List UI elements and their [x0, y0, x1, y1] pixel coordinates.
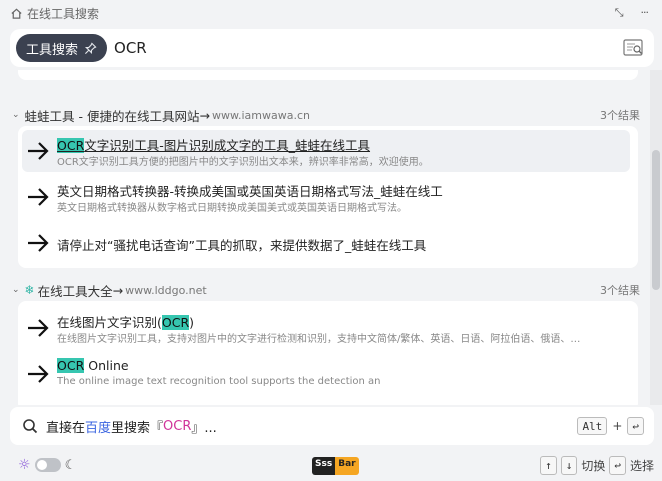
result-title[interactable]: 在线图片文字识别(OCR) — [57, 312, 194, 331]
footer: ☼ ☾ Sss Bar ↑ ↓ 切换 ↩ 选择 — [0, 451, 662, 481]
list-item[interactable]: OCR文字识别工具-图片识别成文字的工具_蛙蛙在线工具 OCR文字识别工具方便的… — [22, 130, 630, 172]
result-title[interactable]: 英文日期格式转换器-转换成美国或英国英语日期格式写法_蛙蛙在线工 — [57, 181, 443, 200]
list-item[interactable]: 请停止对“骚扰电话查询”工具的抓取，来提供数据了_蛙蛙在线工具 — [22, 222, 630, 264]
arrow-up-key-icon: ↑ — [540, 456, 557, 475]
result-group-header[interactable]: ⌄ ❄ 在线工具大全 → www.lddgo.net 3个结果 — [12, 280, 640, 300]
arrow-down-key-icon: ↓ — [560, 456, 578, 475]
chevron-down-icon[interactable]: ⌄ — [12, 285, 20, 295]
arrow-right-icon — [28, 234, 49, 252]
web-search-suffix: 』... — [191, 420, 217, 436]
group-count: 3个结果 — [600, 284, 640, 297]
enter-key-icon: ↩ — [627, 417, 644, 435]
scrollbar-thumb[interactable] — [652, 150, 660, 290]
group-name: 蛙蛙工具 - 便捷的在线工具网站 — [24, 108, 200, 124]
result-card: 在线图片文字识别(OCR) 在线图片文字识别工具，支持对图片中的文字进行检测和识… — [18, 301, 638, 405]
home-icon[interactable] — [10, 7, 23, 20]
result-group-header[interactable]: ⌄ 蛙蛙工具 - 便捷的在线工具网站 → www.iamwawa.cn 3个结果 — [12, 105, 640, 125]
result-desc: 英文日期格式转换器从数字格式日期转换成美国美式或英国英语日期格式写法。 — [57, 203, 407, 214]
collapse-icon[interactable]: ⤡ — [615, 6, 624, 20]
web-search-keyword: OCR — [163, 418, 192, 434]
switch-label: 切换 — [581, 459, 606, 473]
alt-key: Alt — [577, 417, 608, 435]
search-input[interactable]: OCR — [114, 39, 147, 57]
result-card: OCR文字识别工具-图片识别成文字的工具_蛙蛙在线工具 OCR文字识别工具方便的… — [18, 126, 638, 268]
arrow-right-icon — [28, 365, 49, 383]
web-search-middle: 里搜索『 — [111, 420, 164, 436]
pin-icon[interactable] — [84, 41, 97, 55]
group-count: 3个结果 — [600, 109, 640, 122]
arrow-right-icon — [28, 319, 49, 337]
moon-icon[interactable]: ☾ — [65, 458, 77, 473]
more-menu-icon[interactable]: ··· — [641, 6, 649, 20]
plus-sign: + — [612, 419, 623, 433]
theme-toggle[interactable] — [34, 458, 61, 472]
search-engine-link[interactable]: 百度 — [85, 417, 111, 436]
result-title[interactable]: OCR文字识别工具-图片识别成文字的工具_蛙蛙在线工具 — [57, 135, 370, 154]
site-favicon-icon: ❄ — [24, 283, 35, 297]
web-search-suggestion[interactable]: 直接在 百度 里搜索『 OCR 』... Alt + ↩ — [10, 407, 654, 445]
list-item[interactable]: 英文日期格式转换器-转换成美国或英国英语日期格式写法_蛙蛙在线工 英文日期格式转… — [22, 176, 630, 218]
app-logo: Sss Bar — [312, 457, 359, 475]
group-name: 在线工具大全 — [37, 283, 113, 299]
toggle-knob — [36, 460, 47, 470]
enter-key-icon: ↩ — [609, 456, 626, 475]
screenshot-ocr-icon[interactable] — [622, 37, 644, 59]
result-title[interactable]: OCR Online — [57, 358, 129, 373]
list-item[interactable]: OCR Online The online image text recogni… — [22, 353, 630, 395]
list-item[interactable]: 在线图片文字识别(OCR) 在线图片文字识别工具，支持对图片中的文字进行检测和识… — [22, 307, 630, 349]
chevron-down-icon[interactable]: ⌄ — [12, 110, 20, 120]
search-icon — [23, 419, 38, 434]
sun-icon[interactable]: ☼ — [18, 457, 31, 473]
arrow-right-icon — [28, 188, 49, 206]
web-search-prefix: 直接在 — [46, 420, 86, 436]
group-site[interactable]: www.iamwawa.cn — [212, 109, 310, 122]
result-title[interactable]: 请停止对“骚扰电话查询”工具的抓取，来提供数据了_蛙蛙在线工具 — [57, 235, 426, 254]
arrow-right-icon — [28, 142, 49, 160]
window-title: 在线工具搜索 — [27, 6, 100, 21]
results-list[interactable]: ⌄ 蛙蛙工具 - 便捷的在线工具网站 → www.iamwawa.cn 3个结果… — [0, 70, 648, 405]
keyboard-hints: ↑ ↓ 切换 ↩ 选择 — [540, 456, 654, 475]
shortcut-hint: Alt + ↩ — [577, 417, 644, 435]
group-site[interactable]: www.lddgo.net — [125, 284, 207, 297]
result-desc: OCR文字识别工具方便的把图片中的文字识别出文本来，辨识率非常高，欢迎使用。 — [57, 157, 429, 168]
result-desc: The online image text recognition tool s… — [57, 376, 381, 387]
title-bar: 在线工具搜索 ⤡ ··· — [0, 0, 662, 26]
previous-results-card — [18, 70, 638, 80]
tool-search-pill[interactable]: 工具搜索 — [16, 34, 108, 62]
search-bar: 工具搜索 OCR — [10, 29, 654, 67]
result-desc: 在线图片文字识别工具，支持对图片中的文字进行检测和识别，支持中文简体/繁体、英语… — [57, 334, 581, 345]
select-label: 选择 — [629, 459, 654, 473]
arrow-icon: → — [112, 282, 124, 298]
tool-pill-label: 工具搜索 — [26, 42, 79, 58]
arrow-icon: → — [199, 107, 210, 123]
theme-switch[interactable]: ☼ ☾ — [18, 457, 76, 473]
